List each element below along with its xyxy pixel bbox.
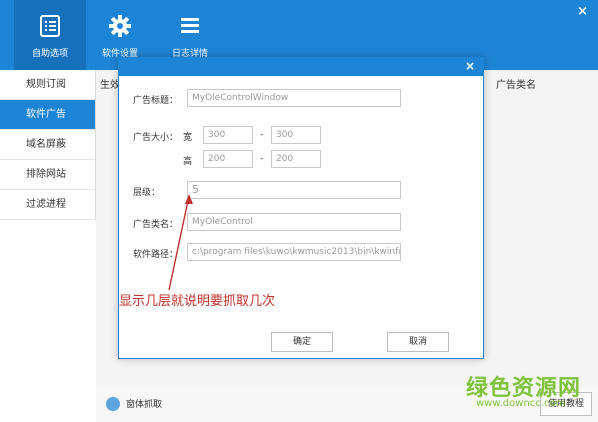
window-close-button[interactable]: ×	[577, 4, 588, 19]
list-icon	[181, 18, 199, 33]
column-header-ad-class[interactable]: 广告类名	[496, 76, 536, 91]
sidebar-item-domain-block[interactable]: 域名屏蔽	[0, 130, 95, 160]
ok-button[interactable]: 确定	[271, 332, 333, 352]
sidebar-item-rule-subscription[interactable]: 规则订阅	[0, 70, 95, 100]
sidebar: 规则订阅 软件广告 域名屏蔽 排除网站 过滤进程	[0, 70, 96, 220]
window-capture-button[interactable]: 窗体抓取	[126, 397, 162, 410]
cancel-button[interactable]: 取消	[387, 332, 449, 352]
watermark-url: www.downcc.com	[476, 398, 566, 409]
gear-icon	[109, 15, 131, 37]
annotation-arrow	[168, 194, 193, 291]
checklist-icon	[40, 15, 60, 37]
sidebar-item-exclude-sites[interactable]: 排除网站	[0, 160, 95, 190]
sidebar-item-filter-process[interactable]: 过滤进程	[0, 190, 95, 220]
toolbar-self-help-button[interactable]: 自助选项	[14, 0, 86, 70]
ad-edit-dialog: × 广告标题： MyOleControlWindow 广告大小： 宽 300 -…	[118, 57, 484, 359]
toolbar-label: 自助选项	[31, 49, 68, 59]
sidebar-item-software-ads[interactable]: 软件广告	[0, 100, 95, 130]
column-header-effective[interactable]: 生效	[100, 76, 120, 91]
capture-icon[interactable]	[106, 397, 120, 411]
